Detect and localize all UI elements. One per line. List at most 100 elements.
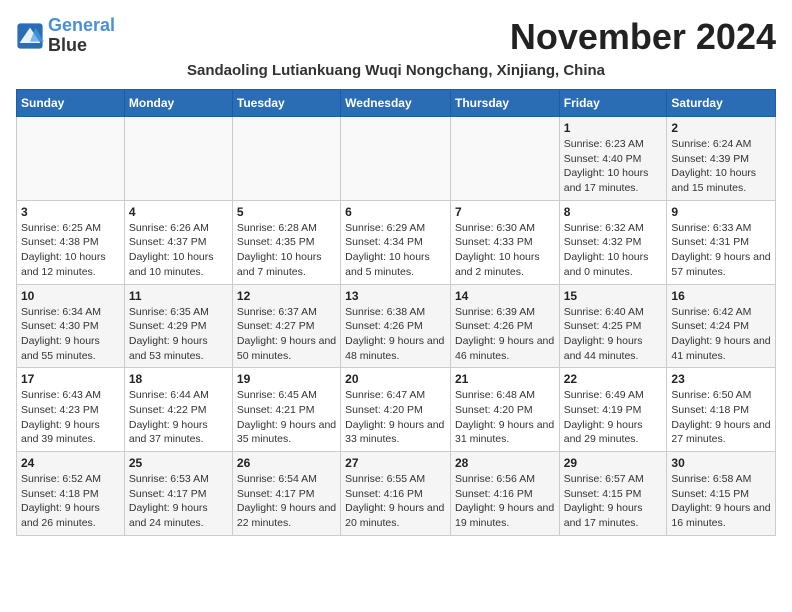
logo: General Blue bbox=[16, 16, 115, 56]
day-number: 9 bbox=[671, 205, 771, 219]
day-info: Sunrise: 6:38 AMSunset: 4:26 PMDaylight:… bbox=[345, 305, 446, 364]
day-info: Sunrise: 6:47 AMSunset: 4:20 PMDaylight:… bbox=[345, 388, 446, 447]
day-info: Sunrise: 6:45 AMSunset: 4:21 PMDaylight:… bbox=[237, 388, 336, 447]
day-info: Sunrise: 6:35 AMSunset: 4:29 PMDaylight:… bbox=[129, 305, 228, 364]
day-info: Sunrise: 6:55 AMSunset: 4:16 PMDaylight:… bbox=[345, 472, 446, 531]
calendar-cell: 18Sunrise: 6:44 AMSunset: 4:22 PMDayligh… bbox=[124, 368, 232, 452]
day-number: 2 bbox=[671, 121, 771, 135]
calendar-cell: 11 Sunrise: 6:35 AMSunset: 4:29 PMDayligh… bbox=[124, 284, 232, 368]
day-info: Sunrise: 6:49 AMSunset: 4:19 PMDaylight:… bbox=[564, 388, 663, 447]
day-info: Sunrise: 6:26 AMSunset: 4:37 PMDaylight:… bbox=[129, 221, 228, 280]
calendar-cell: 25 Sunrise: 6:53 AMSunset: 4:17 PMDayligh… bbox=[124, 452, 232, 536]
day-number: 7 bbox=[455, 205, 555, 219]
day-info: Sunrise: 6:43 AMSunset: 4:23 PMDaylight:… bbox=[21, 388, 120, 447]
day-info: Sunrise: 6:39 AMSunset: 4:26 PMDaylight:… bbox=[455, 305, 555, 364]
calendar-cell: 9 Sunrise: 6:33 AMSunset: 4:31 PMDaylight… bbox=[667, 200, 776, 284]
day-number: 30 bbox=[671, 456, 771, 470]
calendar-cell: 16 Sunrise: 6:42 AMSunset: 4:24 PMDayligh… bbox=[667, 284, 776, 368]
calendar-cell: 6Sunrise: 6:29 AMSunset: 4:34 PMDaylight… bbox=[341, 200, 451, 284]
day-number: 27 bbox=[345, 456, 446, 470]
day-number: 11 bbox=[129, 289, 228, 303]
calendar-cell: 13 Sunrise: 6:38 AMSunset: 4:26 PMDayligh… bbox=[341, 284, 451, 368]
day-info: Sunrise: 6:34 AMSunset: 4:30 PMDaylight:… bbox=[21, 305, 120, 364]
day-info: Sunrise: 6:44 AMSunset: 4:22 PMDaylight:… bbox=[129, 388, 228, 447]
day-info: Sunrise: 6:29 AMSunset: 4:34 PMDaylight:… bbox=[345, 221, 446, 280]
day-number: 23 bbox=[671, 372, 771, 386]
day-number: 25 bbox=[129, 456, 228, 470]
weekday-header-thursday: Thursday bbox=[450, 90, 559, 117]
calendar-cell: 8Sunrise: 6:32 AMSunset: 4:32 PMDaylight… bbox=[559, 200, 667, 284]
day-number: 15 bbox=[564, 289, 663, 303]
day-info: Sunrise: 6:48 AMSunset: 4:20 PMDaylight:… bbox=[455, 388, 555, 447]
calendar-cell: 24 Sunrise: 6:52 AMSunset: 4:18 PMDayligh… bbox=[17, 452, 125, 536]
day-info: Sunrise: 6:37 AMSunset: 4:27 PMDaylight:… bbox=[237, 305, 336, 364]
calendar-cell: 19 Sunrise: 6:45 AMSunset: 4:21 PMDayligh… bbox=[232, 368, 340, 452]
weekday-header-sunday: Sunday bbox=[17, 90, 125, 117]
logo-text: General Blue bbox=[48, 16, 115, 56]
calendar-cell: 14 Sunrise: 6:39 AMSunset: 4:26 PMDayligh… bbox=[450, 284, 559, 368]
day-number: 19 bbox=[237, 372, 336, 386]
day-number: 13 bbox=[345, 289, 446, 303]
day-info: Sunrise: 6:57 AMSunset: 4:15 PMDaylight:… bbox=[564, 472, 663, 531]
calendar-cell bbox=[232, 117, 340, 201]
day-info: Sunrise: 6:54 AMSunset: 4:17 PMDaylight:… bbox=[237, 472, 336, 531]
day-info: Sunrise: 6:42 AMSunset: 4:24 PMDaylight:… bbox=[671, 305, 771, 364]
day-number: 3 bbox=[21, 205, 120, 219]
day-number: 29 bbox=[564, 456, 663, 470]
calendar-cell bbox=[450, 117, 559, 201]
day-info: Sunrise: 6:56 AMSunset: 4:16 PMDaylight:… bbox=[455, 472, 555, 531]
calendar-cell: 23 Sunrise: 6:50 AMSunset: 4:18 PMDayligh… bbox=[667, 368, 776, 452]
day-number: 8 bbox=[564, 205, 663, 219]
calendar-cell: 2 Sunrise: 6:24 AMSunset: 4:39 PMDaylight… bbox=[667, 117, 776, 201]
calendar-cell: 30 Sunrise: 6:58 AMSunset: 4:15 PMDayligh… bbox=[667, 452, 776, 536]
day-number: 14 bbox=[455, 289, 555, 303]
calendar-cell bbox=[124, 117, 232, 201]
calendar-cell: 29 Sunrise: 6:57 AMSunset: 4:15 PMDayligh… bbox=[559, 452, 667, 536]
calendar-cell: 20 Sunrise: 6:47 AMSunset: 4:20 PMDayligh… bbox=[341, 368, 451, 452]
day-info: Sunrise: 6:33 AMSunset: 4:31 PMDaylight:… bbox=[671, 221, 771, 280]
calendar-cell: 27 Sunrise: 6:55 AMSunset: 4:16 PMDayligh… bbox=[341, 452, 451, 536]
calendar-cell: 17 Sunrise: 6:43 AMSunset: 4:23 PMDayligh… bbox=[17, 368, 125, 452]
location-title: Sandaoling Lutiankuang Wuqi Nongchang, X… bbox=[16, 62, 776, 79]
calendar-cell: 22 Sunrise: 6:49 AMSunset: 4:19 PMDayligh… bbox=[559, 368, 667, 452]
calendar-cell: 21 Sunrise: 6:48 AMSunset: 4:20 PMDayligh… bbox=[450, 368, 559, 452]
day-info: Sunrise: 6:40 AMSunset: 4:25 PMDaylight:… bbox=[564, 305, 663, 364]
calendar-cell: 7Sunrise: 6:30 AMSunset: 4:33 PMDaylight… bbox=[450, 200, 559, 284]
day-number: 4 bbox=[129, 205, 228, 219]
day-info: Sunrise: 6:28 AMSunset: 4:35 PMDaylight:… bbox=[237, 221, 336, 280]
day-info: Sunrise: 6:53 AMSunset: 4:17 PMDaylight:… bbox=[129, 472, 228, 531]
weekday-header-monday: Monday bbox=[124, 90, 232, 117]
day-number: 1 bbox=[564, 121, 663, 135]
day-number: 22 bbox=[564, 372, 663, 386]
day-info: Sunrise: 6:58 AMSunset: 4:15 PMDaylight:… bbox=[671, 472, 771, 531]
day-number: 5 bbox=[237, 205, 336, 219]
month-title: November 2024 bbox=[510, 16, 776, 58]
day-info: Sunrise: 6:24 AMSunset: 4:39 PMDaylight:… bbox=[671, 137, 771, 196]
calendar-cell: 26 Sunrise: 6:54 AMSunset: 4:17 PMDayligh… bbox=[232, 452, 340, 536]
day-number: 26 bbox=[237, 456, 336, 470]
logo-icon bbox=[16, 22, 44, 50]
day-number: 12 bbox=[237, 289, 336, 303]
calendar-cell: 3Sunrise: 6:25 AMSunset: 4:38 PMDaylight… bbox=[17, 200, 125, 284]
day-info: Sunrise: 6:23 AMSunset: 4:40 PMDaylight:… bbox=[564, 137, 663, 196]
calendar-cell: 1 Sunrise: 6:23 AMSunset: 4:40 PMDaylight… bbox=[559, 117, 667, 201]
calendar-cell: 28 Sunrise: 6:56 AMSunset: 4:16 PMDayligh… bbox=[450, 452, 559, 536]
weekday-header-saturday: Saturday bbox=[667, 90, 776, 117]
weekday-header-friday: Friday bbox=[559, 90, 667, 117]
day-info: Sunrise: 6:52 AMSunset: 4:18 PMDaylight:… bbox=[21, 472, 120, 531]
calendar-cell bbox=[17, 117, 125, 201]
day-number: 17 bbox=[21, 372, 120, 386]
calendar-cell bbox=[341, 117, 451, 201]
day-number: 24 bbox=[21, 456, 120, 470]
day-number: 20 bbox=[345, 372, 446, 386]
day-number: 10 bbox=[21, 289, 120, 303]
calendar-table: SundayMondayTuesdayWednesdayThursdayFrid… bbox=[16, 89, 776, 536]
day-number: 21 bbox=[455, 372, 555, 386]
day-info: Sunrise: 6:50 AMSunset: 4:18 PMDaylight:… bbox=[671, 388, 771, 447]
calendar-cell: 10 Sunrise: 6:34 AMSunset: 4:30 PMDayligh… bbox=[17, 284, 125, 368]
weekday-header-tuesday: Tuesday bbox=[232, 90, 340, 117]
day-number: 28 bbox=[455, 456, 555, 470]
calendar-cell: 4 Sunrise: 6:26 AMSunset: 4:37 PMDaylight… bbox=[124, 200, 232, 284]
day-number: 16 bbox=[671, 289, 771, 303]
calendar-cell: 15 Sunrise: 6:40 AMSunset: 4:25 PMDayligh… bbox=[559, 284, 667, 368]
